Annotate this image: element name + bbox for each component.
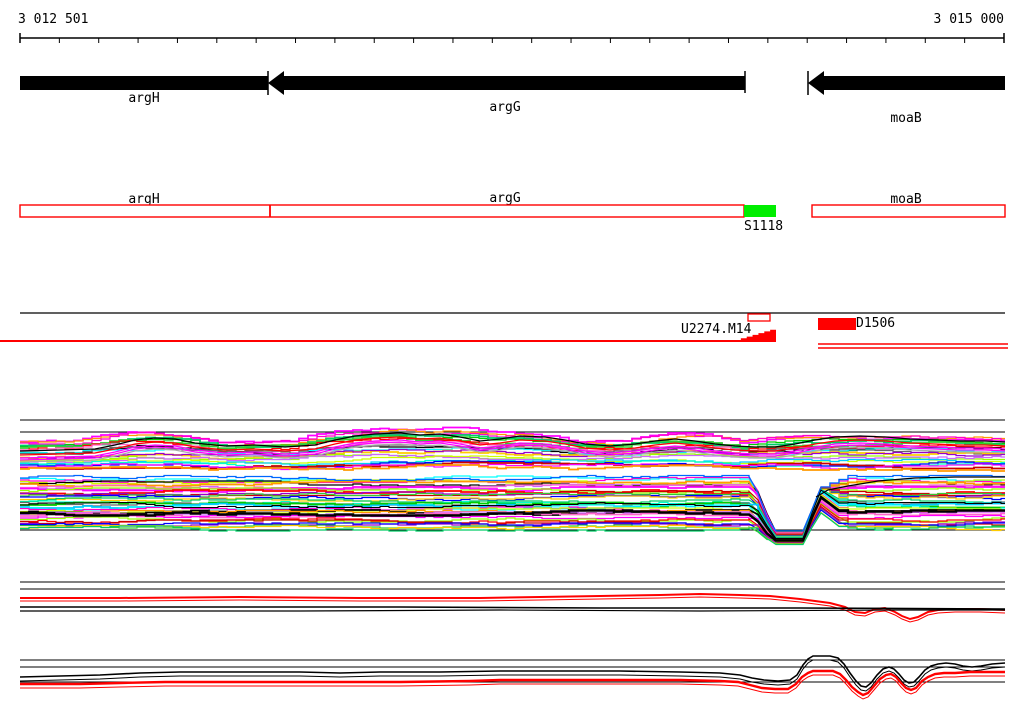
track2-black-line-1: [20, 609, 1005, 612]
gene-arrow-moab-arrowhead[interactable]: [808, 71, 824, 95]
gene-arrow-moab[interactable]: [824, 76, 1005, 90]
browser-graphics: [0, 33, 1008, 700]
gene-arrow-argg-arrowhead[interactable]: [268, 71, 284, 95]
transcription-unit-box-0[interactable]: [19, 204, 745, 218]
probe-open-box[interactable]: [747, 313, 771, 322]
signal-wedge[interactable]: [735, 328, 776, 340]
track3-red-line-thin: [20, 674, 1005, 700]
gene-arrow-argh[interactable]: [20, 76, 268, 90]
track2-black-line-0: [20, 606, 1006, 610]
transcription-unit-box-1[interactable]: [811, 204, 1006, 218]
genome-browser: 3 012 501 3 015 000 argH argG moaB argH …: [0, 0, 1024, 714]
gene-arrow-argg[interactable]: [284, 76, 745, 90]
site-box-s1118[interactable]: [744, 205, 776, 217]
probe-bar-d1506[interactable]: [818, 318, 856, 330]
